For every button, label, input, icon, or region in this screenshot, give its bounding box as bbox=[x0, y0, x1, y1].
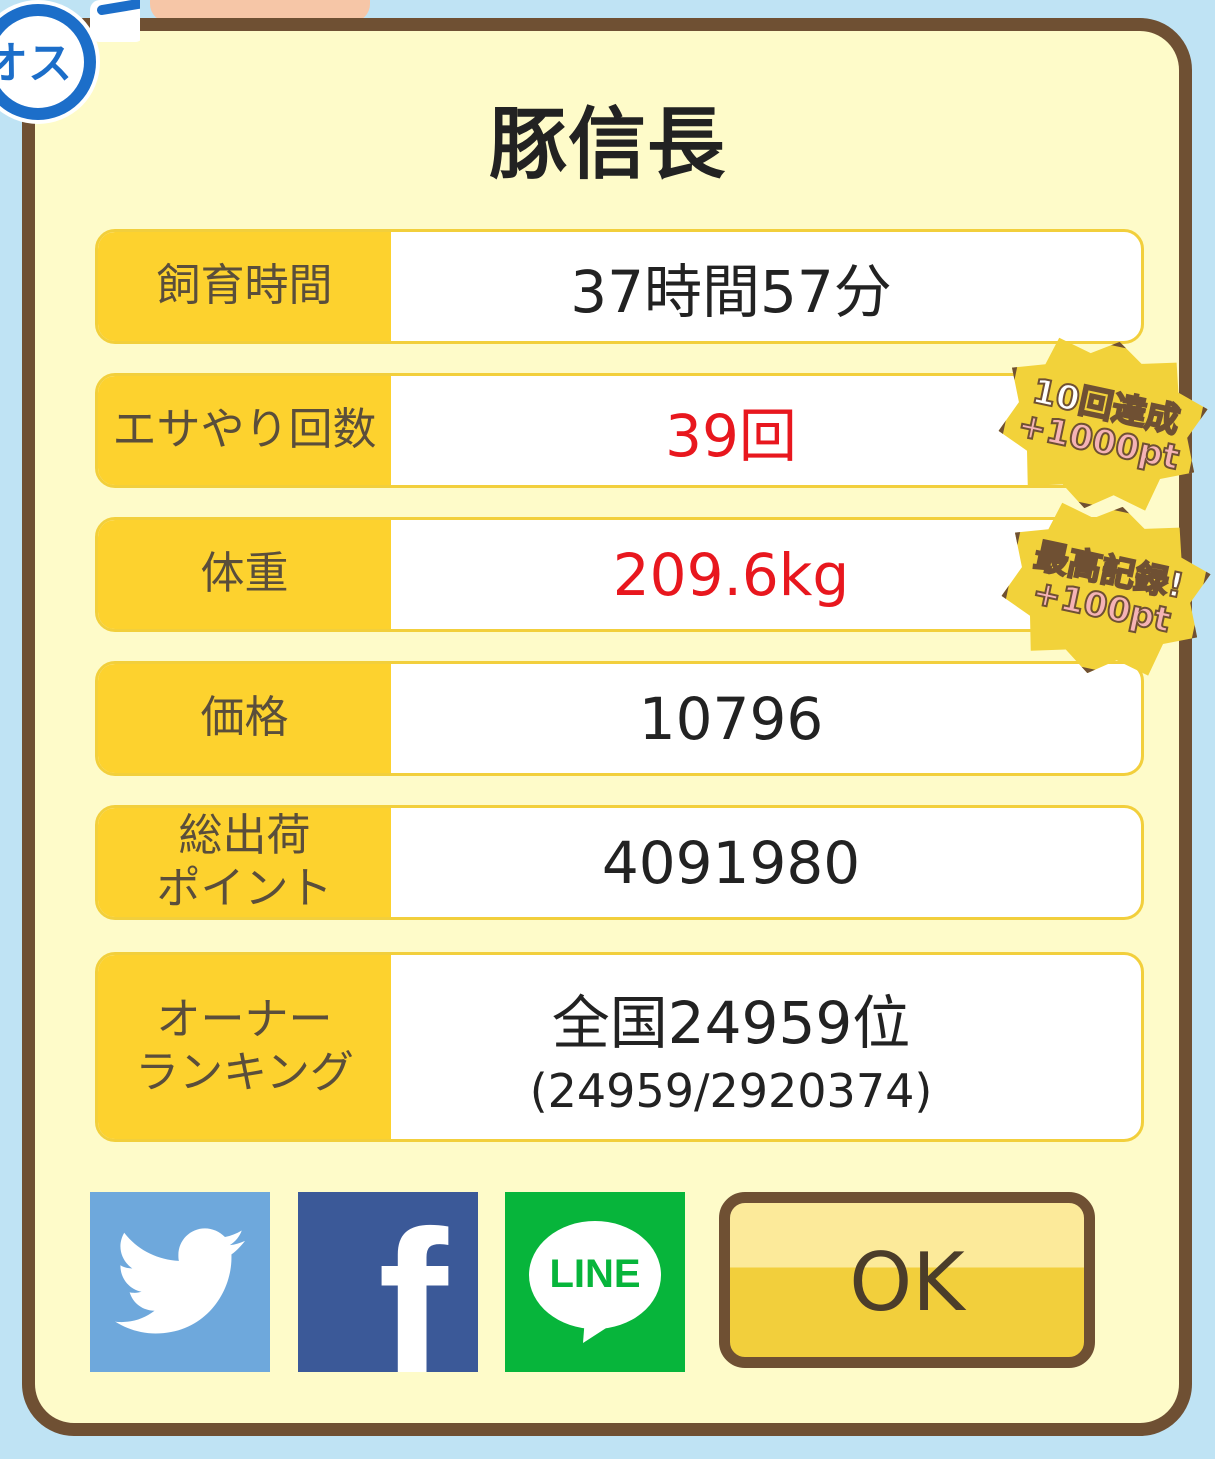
ok-button[interactable]: OK bbox=[719, 1192, 1095, 1368]
stat-row-feed-count: エサやり回数 39回 bbox=[95, 373, 1144, 488]
stat-row-feeding-time: 飼育時間 37時間57分 bbox=[95, 229, 1144, 344]
stat-value: 209.6kg bbox=[612, 540, 850, 609]
facebook-logo-icon: f bbox=[378, 1192, 448, 1373]
stat-value: 全国24959位 bbox=[551, 989, 911, 1057]
stat-row-weight: 体重 209.6kg bbox=[95, 517, 1144, 632]
twitter-bird-icon bbox=[115, 1228, 245, 1334]
stat-label: 総出荷 ポイント bbox=[98, 808, 391, 917]
stat-value: 10796 bbox=[638, 684, 824, 753]
stat-value: 4091980 bbox=[601, 828, 861, 897]
stat-label: 体重 bbox=[98, 520, 391, 629]
stat-row-total-points: 総出荷 ポイント 4091980 bbox=[95, 805, 1144, 920]
facebook-share-button[interactable]: f bbox=[298, 1192, 478, 1372]
stat-row-price: 価格 10796 bbox=[95, 661, 1144, 776]
stat-label: エサやり回数 bbox=[98, 376, 391, 485]
stat-label: オーナー ランキング bbox=[98, 955, 391, 1139]
stat-value: 39回 bbox=[665, 401, 797, 470]
line-label: LINE bbox=[549, 1252, 641, 1296]
twitter-share-button[interactable] bbox=[90, 1192, 270, 1372]
stat-label: 飼育時間 bbox=[98, 232, 391, 341]
stat-value: 37時間57分 bbox=[570, 257, 892, 326]
stat-label: 価格 bbox=[98, 664, 391, 773]
pig-name-title: 豚信長 bbox=[488, 100, 726, 190]
stat-row-owner-ranking: オーナー ランキング 全国24959位 (24959/2920374) bbox=[95, 952, 1144, 1142]
ranking-detail: (24959/2920374) bbox=[529, 1064, 933, 1118]
line-share-button[interactable]: LINE bbox=[505, 1192, 685, 1372]
